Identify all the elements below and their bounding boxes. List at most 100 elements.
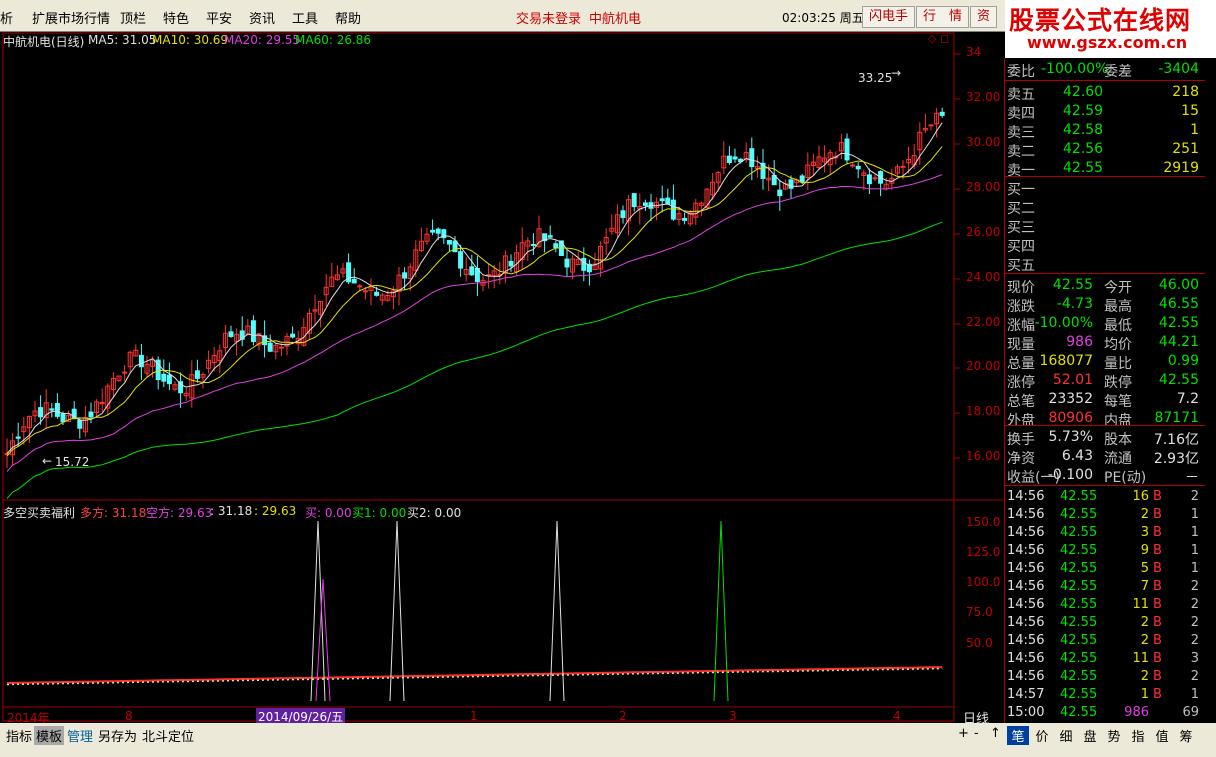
tick-side: B <box>1153 633 1162 648</box>
rtab-detail[interactable]: 细 <box>1055 726 1077 745</box>
fundamental-row: 换手 5.73% 股本 7.16亿 <box>1005 428 1199 448</box>
tick-count: 2 <box>1190 615 1199 630</box>
tab-indicator[interactable]: 指标 <box>6 726 32 745</box>
zoom-out-button[interactable]: - <box>974 726 979 741</box>
separator <box>1005 273 1205 274</box>
stat-value: 44.21 <box>1158 334 1199 350</box>
tick-row: 14:56 42.55 2 B 2 <box>1005 614 1199 632</box>
kline-chart[interactable] <box>0 31 1003 723</box>
candle-body <box>267 342 273 352</box>
stat-value: 0.99 <box>1167 353 1199 369</box>
buy-row[interactable]: 买一 <box>1005 178 1199 198</box>
ma5-label: MA5: 31.05 <box>88 33 157 47</box>
tick-volume: 1 <box>1140 687 1149 702</box>
candle-body <box>631 193 637 208</box>
candle-body <box>799 175 805 183</box>
tick-time: 14:56 <box>1007 507 1045 522</box>
tick-row: 14:56 42.55 5 B 1 <box>1005 560 1199 578</box>
tab-beidou[interactable]: 北斗定位 <box>142 726 194 745</box>
menu-features[interactable]: 特色 <box>163 8 189 27</box>
tick-price: 42.55 <box>1060 651 1098 666</box>
stat-value: 46.00 <box>1158 277 1199 293</box>
tick-price: 42.55 <box>1060 669 1098 684</box>
menu-analysis[interactable]: 析 <box>0 8 13 27</box>
menu-topbar[interactable]: 顶栏 <box>120 8 146 27</box>
weibi-row: 委比 -100.00% 委差 -3404 <box>1005 60 1199 80</box>
info-button[interactable]: 资 <box>970 6 998 28</box>
tick-volume: 2 <box>1140 615 1149 630</box>
tick-price: 42.55 <box>1060 507 1098 522</box>
tab-manage[interactable]: 管理 <box>67 726 93 745</box>
tick-time: 14:56 <box>1007 579 1045 594</box>
indicator-name[interactable]: 多空买卖福利 <box>3 504 75 521</box>
rtab-trades[interactable]: 笔 <box>1007 726 1029 745</box>
x-label-jan: 1 <box>470 709 478 723</box>
sell-row[interactable]: 卖四 42.59 15 <box>1005 102 1199 122</box>
y-tick-label: 24.00 <box>966 270 1001 284</box>
separator <box>1005 425 1205 426</box>
y-tick-label: 32.00 <box>966 90 1001 104</box>
login-status[interactable]: 交易未登录 <box>516 8 581 27</box>
chart-title: 中航机电(日线) <box>3 35 85 49</box>
rtab-chips[interactable]: 筹 <box>1175 726 1197 745</box>
current-stock-name: 中航机电 <box>589 12 642 27</box>
candle-body <box>430 229 436 233</box>
tick-side: B <box>1153 561 1162 576</box>
menu-help[interactable]: 帮助 <box>335 8 361 27</box>
zoom-in-button[interactable]: + <box>958 726 969 741</box>
menu-ext-market[interactable]: 扩展市场行情 <box>32 8 110 27</box>
tick-side: B <box>1153 597 1162 612</box>
separator <box>1005 80 1205 81</box>
quote-button[interactable]: 行 情 <box>916 6 970 28</box>
tick-row: 14:56 42.55 9 B 1 <box>1005 542 1199 560</box>
tab-template[interactable]: 模板 <box>34 726 65 745</box>
x-label-aug: 8 <box>125 709 133 723</box>
rtab-trend[interactable]: 势 <box>1103 726 1125 745</box>
rtab-index[interactable]: 指 <box>1127 726 1149 745</box>
tick-price: 42.55 <box>1060 705 1098 720</box>
stat-value: 42.55 <box>1158 315 1199 331</box>
buy-row[interactable]: 买三 <box>1005 216 1199 236</box>
rtab-book[interactable]: 盘 <box>1079 726 1101 745</box>
sell-price: 42.58 <box>1063 122 1104 138</box>
buy-row[interactable]: 买二 <box>1005 197 1199 217</box>
stat-row: 涨跌 -4.73 最高 46.55 <box>1005 295 1199 315</box>
tick-time: 14:56 <box>1007 489 1045 504</box>
buy-row[interactable]: 买五 <box>1005 254 1199 274</box>
rtab-price[interactable]: 价 <box>1031 726 1053 745</box>
fund-label: 股本 <box>1104 432 1132 448</box>
indicator-buy: 买: 0.00 <box>305 506 352 520</box>
quote-panel: 委比 -100.00% 委差 -3404 卖五 42.60 218 卖四 42.… <box>1004 58 1216 723</box>
tick-time: 14:56 <box>1007 615 1045 630</box>
rtab-value[interactable]: 值 <box>1151 726 1173 745</box>
chart-options-icon[interactable]: ◇ ◻ <box>928 32 949 45</box>
chart-area[interactable]: 中航机电(日线) MA5: 31.05 MA10: 30.69 MA20: 29… <box>0 31 1003 727</box>
menu-news[interactable]: 资讯 <box>249 8 275 27</box>
menu-tools[interactable]: 工具 <box>292 8 318 27</box>
tick-price: 42.55 <box>1060 687 1098 702</box>
sell-row[interactable]: 卖五 42.60 218 <box>1005 83 1199 103</box>
stat-row: 涨停 52.01 跌停 42.55 <box>1005 371 1199 391</box>
candle-body <box>402 272 408 279</box>
sell-row[interactable]: 卖三 42.58 1 <box>1005 121 1199 141</box>
x-label-feb: 2 <box>619 709 627 723</box>
tick-count: 1 <box>1190 687 1199 702</box>
tab-save-as[interactable]: 另存为 <box>98 726 137 745</box>
candle-body <box>88 411 94 418</box>
tick-side: B <box>1153 687 1162 702</box>
stat-label: 现价 <box>1007 280 1035 296</box>
menu-pingan[interactable]: 平安 <box>206 8 232 27</box>
y-tick-label: 16.00 <box>966 449 1001 463</box>
y-tick-label: 150.0 <box>966 515 1001 529</box>
bottom-toolbar: 指标 模板 管理 另存为 北斗定位 + - ↑ ↓ 笔 价 细 盘 势 指 值 … <box>0 723 1216 757</box>
tick-count: 2 <box>1190 597 1199 612</box>
low-arrow-icon: ← <box>42 454 53 468</box>
buy-row[interactable]: 买四 <box>1005 235 1199 255</box>
weibi-value: -100.00% <box>1041 61 1109 77</box>
up-button[interactable]: ↑ <box>990 726 1001 741</box>
stat-value: 986 <box>1066 334 1093 350</box>
candle-body <box>458 251 464 269</box>
sell-row[interactable]: 卖二 42.56 251 <box>1005 140 1199 160</box>
stat-label: 外盘 <box>1007 413 1035 429</box>
flash-trade-button[interactable]: 闪电手 <box>862 6 916 28</box>
